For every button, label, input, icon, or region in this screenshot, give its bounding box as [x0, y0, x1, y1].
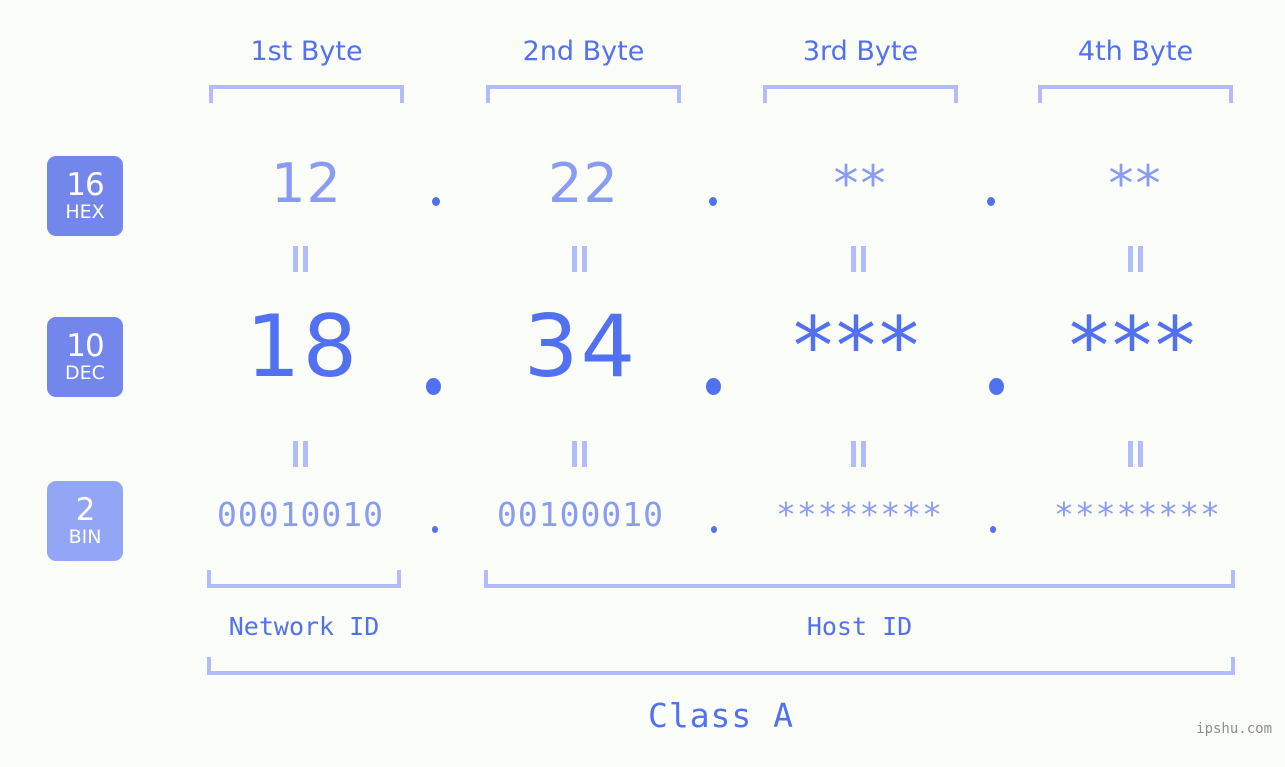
hex-byte-2-value: 22: [548, 152, 619, 215]
bin-byte-2-value: 00100010: [497, 495, 664, 534]
equals-mark-hex-dec-1: [293, 246, 309, 272]
bin-byte-4-value: ********: [1054, 495, 1221, 534]
base-badge-hex-name: HEX: [65, 201, 105, 223]
hex-byte-4-value: **: [1108, 155, 1163, 213]
class-label: Class A: [647, 696, 795, 735]
hex-byte-1-value: 12: [271, 152, 342, 215]
dec-dot-separator-2: [706, 378, 721, 395]
byte-bracket-4: [1038, 85, 1233, 103]
base-badge-bin-number: 2: [75, 492, 96, 528]
bin-dot-separator-3: [990, 526, 996, 533]
byte-header-1: 1st Byte: [250, 36, 363, 67]
equals-mark-dec-bin-3: [851, 441, 867, 467]
host-id-bracket: [484, 570, 1235, 588]
dec-byte-2-value: 34: [523, 297, 638, 397]
dec-byte-4-value: ***: [1069, 300, 1198, 393]
hex-dot-separator-1: [432, 197, 440, 206]
ip-breakdown-diagram: 1st Byte 2nd Byte 3rd Byte 4th Byte 16 H…: [0, 0, 1285, 767]
host-id-label: Host ID: [806, 612, 913, 641]
base-badge-hex-number: 16: [66, 167, 104, 203]
network-id-bracket: [207, 570, 401, 588]
class-bracket: [207, 657, 1235, 675]
hex-dot-separator-3: [987, 197, 995, 206]
bin-dot-separator-2: [711, 526, 717, 533]
base-badge-bin: 2 BIN: [47, 481, 123, 561]
equals-mark-hex-dec-2: [572, 246, 588, 272]
dec-dot-separator-1: [426, 378, 441, 395]
base-badge-dec-number: 10: [66, 328, 104, 364]
equals-mark-dec-bin-2: [572, 441, 588, 467]
hex-dot-separator-2: [709, 197, 717, 206]
byte-header-3: 3rd Byte: [802, 36, 919, 67]
bin-dot-separator-1: [432, 526, 438, 533]
equals-mark-hex-dec-3: [851, 246, 867, 272]
byte-bracket-1: [209, 85, 404, 103]
base-badge-dec: 10 DEC: [47, 317, 123, 397]
byte-header-4: 4th Byte: [1077, 36, 1194, 67]
base-badge-hex: 16 HEX: [47, 156, 123, 236]
dec-byte-1-value: 18: [245, 297, 360, 397]
dec-dot-separator-3: [989, 378, 1004, 395]
byte-header-2: 2nd Byte: [522, 36, 645, 67]
base-badge-dec-name: DEC: [65, 362, 105, 384]
equals-mark-dec-bin-4: [1128, 441, 1144, 467]
bin-byte-1-value: 00010010: [217, 495, 384, 534]
byte-bracket-2: [486, 85, 681, 103]
bin-byte-3-value: ********: [776, 495, 943, 534]
dec-byte-3-value: ***: [793, 300, 922, 393]
equals-mark-dec-bin-1: [293, 441, 309, 467]
site-watermark: ipshu.com: [1196, 721, 1272, 737]
equals-mark-hex-dec-4: [1128, 246, 1144, 272]
byte-bracket-3: [763, 85, 958, 103]
hex-byte-3-value: **: [833, 155, 888, 213]
base-badge-bin-name: BIN: [68, 526, 102, 548]
network-id-label: Network ID: [228, 612, 380, 641]
